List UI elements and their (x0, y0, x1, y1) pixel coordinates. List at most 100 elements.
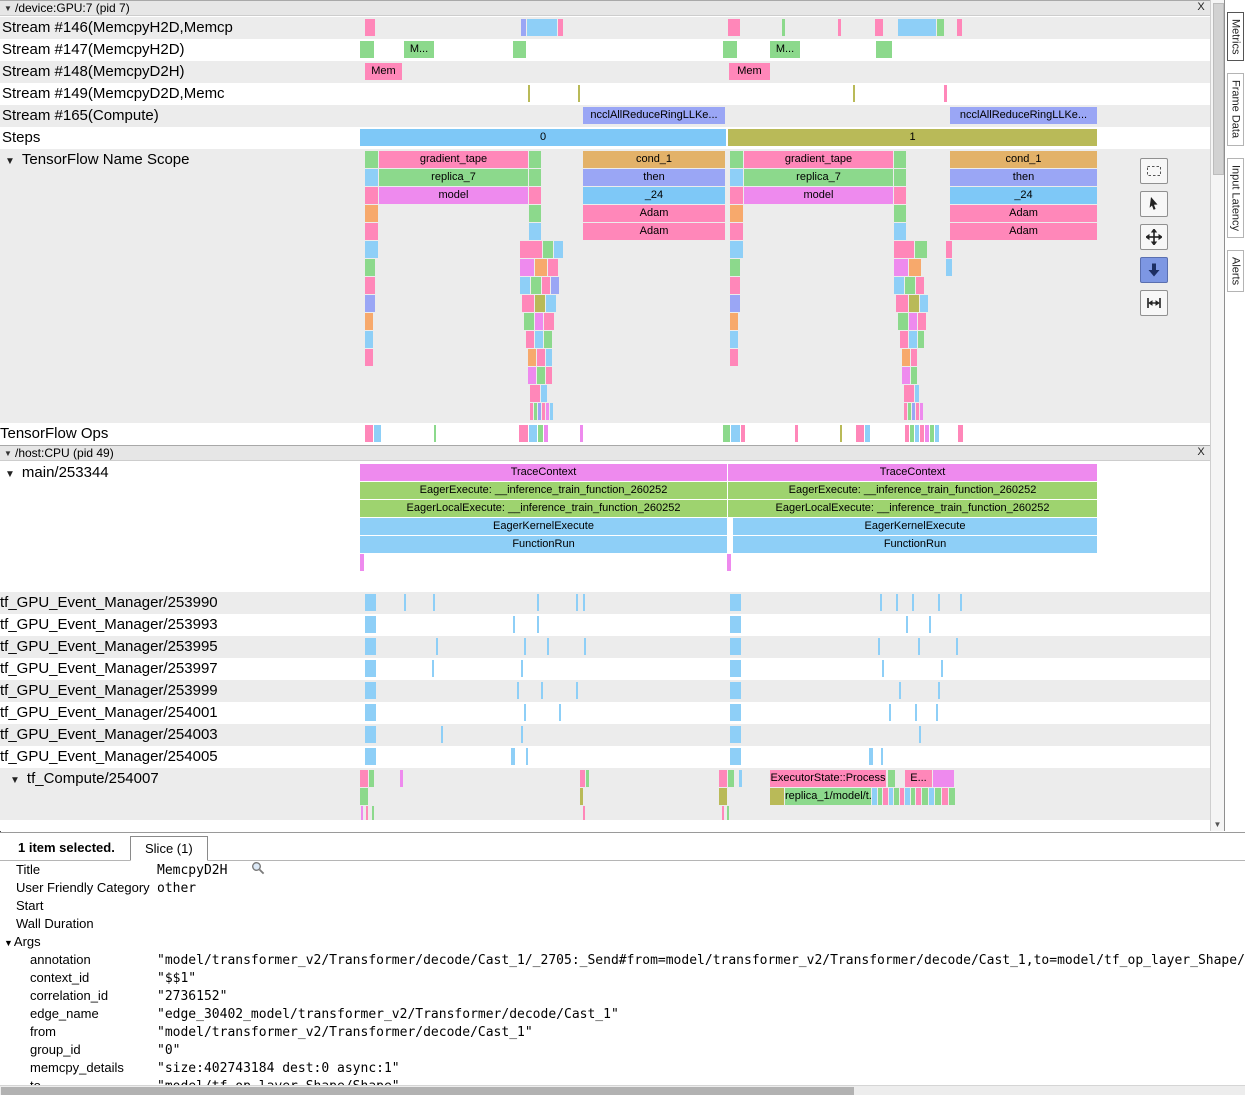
collapse-arrow-icon[interactable]: ▼ (10, 770, 20, 790)
trace-slice[interactable] (730, 748, 741, 765)
trace-slice[interactable] (365, 616, 376, 633)
trace-slice[interactable] (580, 770, 585, 787)
trace-slice[interactable]: 1 (728, 129, 1097, 146)
trace-slice[interactable] (524, 313, 534, 330)
scrollbar-down-arrow-icon[interactable]: ▼ (1211, 820, 1224, 829)
trace-slice[interactable]: _24 (583, 187, 725, 204)
trace-slice[interactable] (910, 425, 914, 442)
trace-slice[interactable] (365, 425, 373, 442)
pan-tool-button[interactable] (1140, 224, 1168, 250)
trace-slice[interactable] (908, 403, 911, 420)
trace-slice[interactable] (723, 41, 737, 58)
trace-slice[interactable] (900, 788, 904, 805)
trace-slice[interactable] (880, 594, 882, 611)
trace-slice[interactable]: then (950, 169, 1097, 186)
trace-slice[interactable]: FunctionRun (733, 536, 1097, 553)
trace-slice[interactable] (521, 19, 526, 36)
trace-slice[interactable] (528, 85, 530, 102)
trace-slice[interactable] (537, 616, 539, 633)
trace-slice[interactable] (881, 748, 883, 765)
trace-slice[interactable] (441, 726, 443, 743)
trace-slice[interactable] (526, 748, 528, 765)
trace-slice[interactable] (360, 41, 374, 58)
trace-slice[interactable] (899, 682, 901, 699)
trace-slice[interactable] (365, 748, 376, 765)
trace-slice[interactable] (730, 616, 741, 633)
trace-slice[interactable]: Adam (950, 223, 1097, 240)
trace-slice[interactable] (838, 19, 841, 36)
trace-slice[interactable] (576, 594, 578, 611)
trace-slice[interactable]: FunctionRun (360, 536, 727, 553)
close-section-button[interactable]: X (1193, 1, 1209, 16)
tab-slice[interactable]: Slice (1) (130, 836, 208, 861)
trace-slice[interactable] (929, 788, 934, 805)
trace-slice[interactable] (911, 788, 915, 805)
trace-slice[interactable] (944, 85, 947, 102)
trace-slice[interactable] (875, 19, 883, 36)
scrollbar-thumb[interactable] (1213, 3, 1224, 175)
trace-slice[interactable] (531, 277, 541, 294)
trace-slice[interactable] (365, 638, 376, 655)
trace-slice[interactable] (535, 259, 547, 276)
trace-slice[interactable] (550, 403, 553, 420)
trace-slice[interactable] (889, 704, 891, 721)
trace-slice[interactable]: M... (770, 41, 800, 58)
trace-slice[interactable] (898, 19, 936, 36)
trace-slice[interactable]: replica_7 (744, 169, 893, 186)
trace-slice[interactable] (365, 295, 375, 312)
trace-slice[interactable] (529, 151, 541, 168)
trace-slice[interactable] (728, 19, 740, 36)
trace-slice[interactable] (883, 788, 888, 805)
trace-slice[interactable] (544, 313, 554, 330)
trace-slice[interactable] (365, 151, 378, 168)
trace-slice[interactable] (529, 223, 541, 240)
trace-slice[interactable] (365, 169, 378, 186)
track-label[interactable]: ▼tf_Compute/254007 (10, 768, 159, 790)
trace-slice[interactable] (547, 638, 549, 655)
trace-slice[interactable] (365, 241, 378, 258)
trace-slice[interactable] (896, 295, 908, 312)
trace-slice[interactable] (916, 788, 921, 805)
trace-slice[interactable] (937, 19, 944, 36)
trace-slice[interactable] (795, 425, 798, 442)
collapse-arrow-icon[interactable]: ▼ (4, 4, 12, 13)
trace-slice[interactable] (922, 788, 928, 805)
trace-slice[interactable] (520, 259, 534, 276)
trace-slice[interactable] (400, 770, 403, 787)
trace-slice[interactable] (741, 425, 745, 442)
trace-slice[interactable] (894, 223, 906, 240)
trace-slice[interactable] (938, 594, 940, 611)
trace-slice[interactable] (365, 660, 376, 677)
trace-slice[interactable] (436, 638, 438, 655)
trace-slice[interactable] (920, 425, 924, 442)
trace-slice[interactable] (730, 594, 741, 611)
trace-slice[interactable] (933, 770, 954, 787)
trace-slice[interactable] (548, 259, 558, 276)
trace-slice[interactable] (537, 367, 545, 384)
args-section-header[interactable]: ▼Args (0, 933, 1245, 951)
trace-slice[interactable] (534, 403, 537, 420)
trace-slice[interactable] (365, 223, 378, 240)
side-tab-metrics[interactable]: Metrics (1227, 12, 1244, 61)
trace-slice[interactable] (731, 425, 740, 442)
trace-slice[interactable] (528, 367, 536, 384)
trace-slice[interactable]: EagerKernelExecute (733, 518, 1097, 535)
trace-slice[interactable] (524, 638, 526, 655)
trace-slice[interactable] (519, 425, 528, 442)
trace-slice[interactable]: E... (905, 770, 932, 787)
trace-slice[interactable] (365, 259, 375, 276)
trace-slice[interactable] (372, 806, 374, 820)
trace-slice[interactable]: EagerExecute: __inference_train_function… (360, 482, 727, 499)
trace-slice[interactable] (911, 367, 917, 384)
trace-slice[interactable] (925, 425, 929, 442)
trace-slice[interactable] (365, 313, 373, 330)
trace-slice[interactable] (912, 403, 915, 420)
trace-slice[interactable] (898, 313, 908, 330)
trace-slice[interactable] (521, 726, 523, 743)
trace-slice[interactable] (888, 770, 895, 787)
trace-slice[interactable] (730, 682, 741, 699)
trace-slice[interactable]: gradient_tape (379, 151, 528, 168)
zoom-tool-button[interactable] (1140, 257, 1168, 283)
trace-slice[interactable] (529, 205, 541, 222)
trace-slice[interactable] (542, 403, 545, 420)
